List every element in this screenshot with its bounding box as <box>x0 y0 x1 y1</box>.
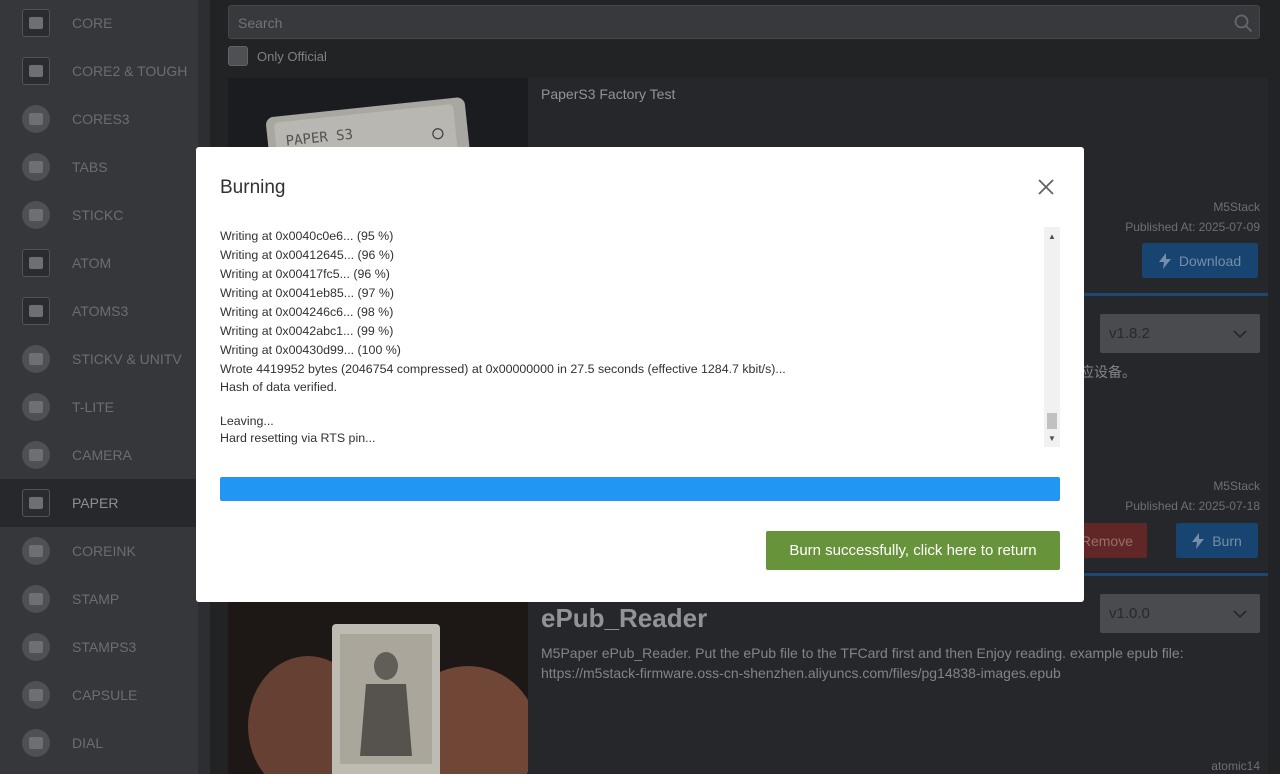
log-line: Writing at 0x0042abc1... (99 %) <box>220 324 394 338</box>
log-line: Writing at 0x0040c0e6... (95 %) <box>220 229 394 243</box>
scroll-up-arrow-icon[interactable]: ▲ <box>1044 229 1060 243</box>
log-line: Writing at 0x00417fc5... (96 %) <box>220 267 390 281</box>
log-line: Hard resetting via RTS pin... <box>220 431 376 445</box>
close-icon[interactable] <box>1036 177 1056 197</box>
log-line: Writing at 0x00412645... (96 %) <box>220 248 395 262</box>
return-button[interactable]: Burn successfully, click here to return <box>766 531 1060 570</box>
burn-log-lines: Writing at 0x0040c0e6... (95 %) Writing a… <box>220 227 1040 447</box>
log-line: Leaving... <box>220 414 274 428</box>
burning-dialog: Burning Writing at 0x0040c0e6... (95 %) W… <box>196 147 1084 602</box>
burn-progress-bar <box>220 477 1060 501</box>
burn-log[interactable]: Writing at 0x0040c0e6... (95 %) Writing a… <box>220 227 1060 447</box>
log-line: Writing at 0x0041eb85... (97 %) <box>220 286 395 300</box>
log-line: Hash of data verified. <box>220 380 338 394</box>
dialog-title: Burning <box>220 177 286 198</box>
log-line: Wrote 4419952 bytes (2046754 compressed)… <box>220 362 786 376</box>
log-scrollbar[interactable]: ▲ ▼ <box>1044 227 1060 447</box>
scroll-down-arrow-icon[interactable]: ▼ <box>1044 431 1060 445</box>
log-line: Writing at 0x00430d99... (100 %) <box>220 343 401 357</box>
log-scrollbar-thumb[interactable] <box>1047 413 1057 429</box>
burn-progress-fill <box>220 477 1060 501</box>
log-line: Writing at 0x004246c6... (98 %) <box>220 305 394 319</box>
